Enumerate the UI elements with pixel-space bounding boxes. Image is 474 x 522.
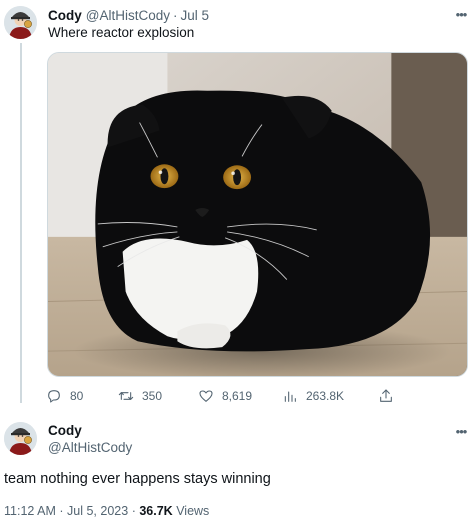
retweet-icon [118, 392, 134, 400]
parent-tweet-header: Cody @AltHistCody · Jul 5 [48, 6, 209, 24]
more-dots-icon[interactable]: ••• [452, 7, 470, 22]
parent-tweet[interactable]: Cody @AltHistCody · Jul 5 ••• Where reac… [0, 0, 474, 408]
tweet-time[interactable]: 11:12 AM [4, 504, 56, 518]
author-handle[interactable]: @AltHistCody [48, 440, 132, 455]
tweet-date[interactable]: Jul 5 [180, 8, 209, 23]
share-icon [380, 389, 392, 402]
tweet-actions: 80 350 8,619 263.8K [46, 386, 406, 406]
retweet-count: 350 [142, 389, 163, 403]
views-count: 36.7K [139, 504, 173, 518]
thread-line [20, 43, 22, 403]
tweet-date[interactable]: Jul 5, 2023 [67, 504, 128, 518]
meta-separator: · [59, 504, 64, 518]
views-button[interactable]: 263.8K [282, 386, 344, 406]
main-tweet[interactable]: Cody @AltHistCody ••• team nothing ever … [0, 408, 474, 522]
more-dots-icon[interactable]: ••• [452, 424, 470, 439]
reply-button[interactable]: 80 [46, 386, 83, 406]
like-count: 8,619 [222, 389, 253, 403]
author-avatar[interactable] [4, 422, 37, 455]
author-name[interactable]: Cody [48, 8, 82, 23]
header-separator: · [172, 7, 178, 23]
meta-separator: · [131, 504, 136, 518]
like-icon [199, 390, 213, 402]
share-button[interactable] [378, 386, 394, 406]
reply-icon [48, 390, 60, 403]
tweet-meta: 11:12 AM · Jul 5, 2023 · 36.7K Views [4, 504, 209, 518]
author-avatar[interactable] [4, 6, 37, 39]
author-handle[interactable]: @AltHistCody [86, 8, 170, 23]
views-icon [284, 391, 296, 402]
views-label: Views [176, 504, 210, 518]
author-name[interactable]: Cody [48, 423, 82, 438]
reply-count: 80 [70, 389, 84, 403]
tweet-text: Where reactor explosion [48, 25, 195, 40]
like-button[interactable]: 8,619 [198, 386, 252, 406]
views-count: 263.8K [306, 389, 345, 403]
tweet-text: team nothing ever happens stays winning [4, 471, 271, 487]
cat-photo [48, 53, 467, 376]
retweet-button[interactable]: 350 [118, 386, 162, 406]
tweet-image[interactable] [47, 52, 468, 377]
